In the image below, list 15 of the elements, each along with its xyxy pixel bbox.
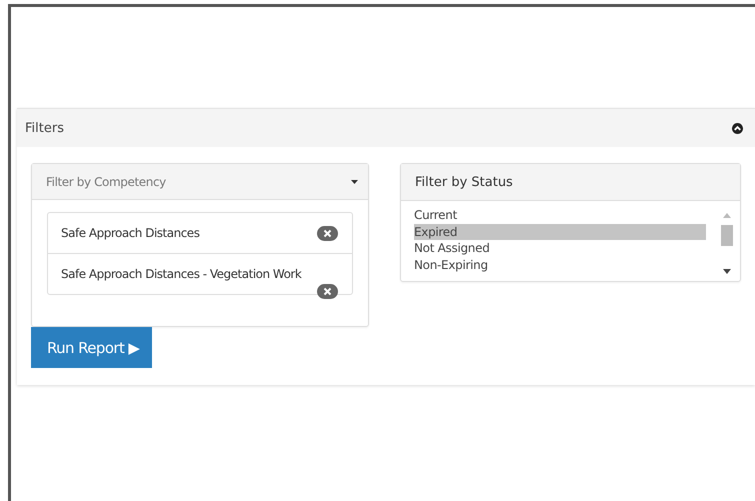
collapse-icon[interactable] [732,122,743,134]
status-option[interactable]: Expired [414,224,706,240]
competency-dropdown[interactable]: Filter by Competency [32,164,368,200]
run-report-button[interactable]: Run Report ▶ [31,327,152,368]
status-option[interactable]: Current [414,207,706,224]
status-listbox[interactable]: Current Expired Not Assigned Non-Expiring [401,201,740,281]
selected-competency: Safe Approach Distances - Vegetation Work [48,253,352,294]
selected-competency: Safe Approach Distances [48,213,352,253]
status-option[interactable]: Non-Expiring [414,256,706,273]
remove-icon[interactable] [317,226,338,241]
panel-title: Filters [25,120,64,136]
caret-icon [351,180,358,184]
status-title: Filter by Status [401,164,740,201]
status-option[interactable]: Not Assigned [414,240,706,256]
remove-icon[interactable] [317,284,338,299]
